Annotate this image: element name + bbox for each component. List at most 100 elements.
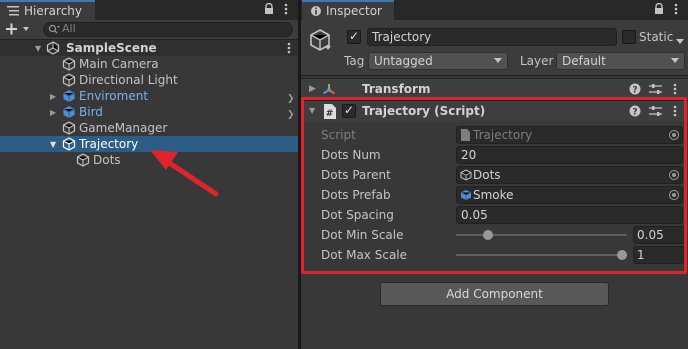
lock-icon[interactable] [654, 2, 664, 18]
tag-value: Untagged [374, 54, 433, 68]
fold-closed-icon[interactable]: ▶ [309, 84, 316, 94]
transform-axes-icon [321, 82, 337, 101]
gameobject-cube-icon [76, 153, 90, 171]
hierarchy-item-directional-light[interactable]: Directional Light [0, 72, 298, 88]
script-field: Trajectory [456, 126, 683, 144]
item-label: Trajectory [79, 137, 139, 151]
hierarchy-item-gamemanager[interactable]: GameManager [0, 120, 298, 136]
layer-value: Default [562, 54, 606, 68]
item-label: GameManager [79, 121, 168, 135]
presets-icon[interactable] [649, 83, 662, 98]
fold-closed-icon[interactable]: ▶ [50, 89, 56, 105]
checkmark-icon: ✓ [344, 103, 355, 117]
transform-component-header[interactable]: ▶ Transform ? [301, 78, 688, 100]
hierarchy-tab-label: Hierarchy [24, 4, 83, 18]
tag-label: Tag [344, 54, 365, 68]
list-icon [7, 5, 19, 19]
dot-min-scale-slider[interactable] [456, 230, 627, 240]
object-picker-icon[interactable] [669, 190, 679, 200]
prop-label-dot-min-scale: Dot Min Scale [321, 228, 404, 242]
svg-text:?: ? [632, 108, 637, 118]
script-value: Trajectory [473, 128, 533, 142]
static-label: Static [639, 30, 674, 44]
dots-parent-field[interactable]: Dots [456, 166, 683, 184]
object-picker-icon[interactable] [669, 170, 679, 180]
hierarchy-item-bird[interactable]: ▶ Bird ❯ [0, 104, 298, 120]
dot-min-scale-field[interactable]: 0.05 [633, 226, 685, 244]
inspector-tab-label: Inspector [326, 4, 382, 18]
scene-row[interactable]: ▼ SampleScene [0, 40, 298, 56]
chevron-down-icon [671, 58, 679, 63]
help-icon[interactable]: ? [629, 83, 641, 98]
kebab-menu-icon[interactable] [284, 3, 288, 18]
fold-closed-icon[interactable]: ▶ [50, 105, 56, 121]
dots-prefab-value: Smoke [473, 188, 514, 202]
prefab-cube-icon [460, 189, 472, 205]
help-icon[interactable]: ? [629, 105, 641, 120]
object-picker-icon [669, 130, 679, 140]
hierarchy-search-input[interactable]: All [43, 22, 293, 37]
hierarchy-item-main-camera[interactable]: Main Camera [0, 56, 298, 72]
add-component-button[interactable]: Add Component [380, 282, 609, 306]
prop-label-dot-spacing: Dot Spacing [321, 208, 394, 222]
kebab-menu-icon[interactable] [673, 83, 677, 98]
tab-hierarchy[interactable]: Hierarchy [0, 0, 95, 20]
prop-label-dots-num: Dots Num [321, 148, 381, 162]
scene-name: SampleScene [66, 41, 157, 55]
prop-label-dots-prefab: Dots Prefab [321, 188, 391, 202]
layer-label: Layer [520, 54, 554, 68]
layer-dropdown[interactable]: Default [556, 52, 685, 70]
dot-max-scale-field[interactable]: 1 [633, 246, 685, 264]
hierarchy-tree: ▼ SampleScene Main Camera Directional Li… [0, 40, 298, 349]
fold-open-icon[interactable]: ▼ [35, 41, 41, 57]
gameobject-cube-icon [460, 169, 472, 185]
item-label: Bird [79, 105, 103, 119]
object-name-field[interactable]: Trajectory [367, 28, 617, 46]
prop-label-script: Script [321, 128, 356, 142]
hierarchy-item-enviroment[interactable]: ▶ Enviroment ❯ [0, 88, 298, 104]
presets-icon[interactable] [649, 105, 662, 120]
slider-thumb[interactable] [617, 250, 627, 260]
hierarchy-item-dots[interactable]: Dots [0, 152, 298, 168]
kebab-menu-icon[interactable] [674, 3, 678, 18]
item-label: Enviroment [79, 89, 149, 103]
search-placeholder: All [62, 22, 76, 35]
static-checkbox[interactable] [622, 30, 636, 44]
dots-num-field[interactable]: 20 [456, 146, 683, 164]
svg-text:?: ? [632, 86, 637, 96]
kebab-menu-icon[interactable] [673, 105, 677, 120]
fold-open-icon[interactable]: ▼ [50, 137, 56, 153]
active-checkbox[interactable]: ✓ [347, 29, 361, 44]
gameobject-header: ✓ Trajectory Static Tag Untagged Layer D… [301, 20, 688, 76]
chevron-down-icon [494, 58, 502, 63]
create-add-button[interactable] [6, 23, 32, 38]
slider-thumb[interactable] [483, 230, 493, 240]
script-component-header[interactable]: ▼ # ✓ Trajectory (Script) ? [301, 100, 688, 122]
script-enabled-checkbox[interactable]: ✓ [342, 103, 356, 118]
svg-text:#: # [326, 109, 334, 119]
dots-parent-value: Dots [473, 168, 501, 182]
script-file-icon [460, 129, 470, 145]
item-label: Dots [93, 153, 121, 167]
csharp-script-icon: # [323, 104, 336, 122]
transform-title: Transform [362, 82, 431, 96]
hierarchy-panel: Hierarchy All ▼ SampleScene Main Camera … [0, 0, 298, 349]
tag-dropdown[interactable]: Untagged [368, 52, 508, 70]
prop-label-dot-max-scale: Dot Max Scale [321, 248, 408, 262]
info-icon [310, 5, 322, 20]
chevron-down-icon[interactable] [676, 34, 684, 48]
inspector-panel: Inspector ✓ Trajectory Static Tag Untagg… [301, 0, 688, 349]
hierarchy-item-trajectory[interactable]: ▼ Trajectory [0, 136, 298, 152]
tab-inspector[interactable]: Inspector [302, 0, 394, 20]
item-label: Directional Light [79, 73, 178, 87]
item-label: Main Camera [79, 57, 159, 71]
gameobject-cube-icon [308, 28, 332, 55]
script-title: Trajectory (Script) [362, 104, 486, 118]
checkmark-icon: ✓ [349, 29, 360, 43]
dots-prefab-field[interactable]: Smoke [456, 186, 683, 204]
dot-spacing-field[interactable]: 0.05 [456, 206, 683, 224]
lock-icon[interactable] [264, 2, 274, 18]
dot-max-scale-slider[interactable] [456, 250, 627, 260]
search-icon [48, 24, 60, 38]
fold-open-icon[interactable]: ▼ [309, 106, 315, 115]
